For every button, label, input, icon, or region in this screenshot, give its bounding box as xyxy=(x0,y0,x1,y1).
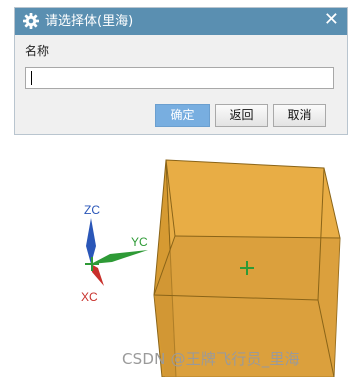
y-axis-label: YC xyxy=(131,235,148,249)
cancel-button[interactable]: 取消 xyxy=(273,104,326,127)
name-label: 名称 xyxy=(25,44,50,58)
x-axis-label: XC xyxy=(81,290,98,304)
y-axis-arrow xyxy=(91,250,148,264)
gear-icon xyxy=(23,13,39,29)
dialog-titlebar[interactable]: 请选择体(里海) ✕ xyxy=(15,8,347,35)
z-axis-label: ZC xyxy=(84,203,100,217)
back-button[interactable]: 返回 xyxy=(215,104,268,127)
watermark: CSDN @王牌飞行员_里海 xyxy=(122,350,300,368)
select-body-dialog: 请选择体(里海) ✕ 名称 确定 返回 取消 xyxy=(14,7,348,135)
coordinate-triad: ZC YC XC xyxy=(81,203,148,304)
graphics-viewport[interactable]: ZC YC XC xyxy=(0,140,358,377)
name-input[interactable] xyxy=(25,67,334,89)
close-icon[interactable]: ✕ xyxy=(324,10,339,30)
dialog-title: 请选择体(里海) xyxy=(45,14,134,29)
text-caret xyxy=(31,71,32,85)
ok-button[interactable]: 确定 xyxy=(155,104,210,127)
